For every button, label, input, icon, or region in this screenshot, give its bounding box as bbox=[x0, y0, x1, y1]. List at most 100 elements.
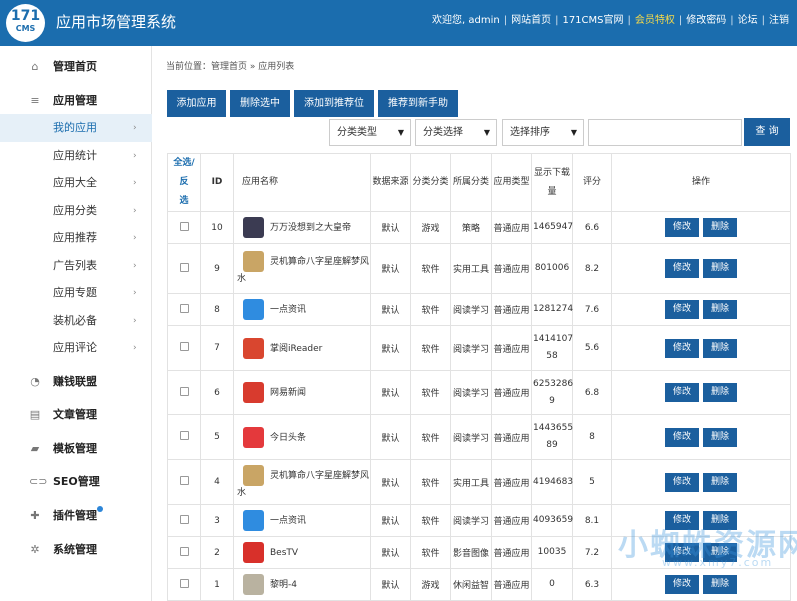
row-checkbox[interactable] bbox=[179, 578, 189, 588]
edit-button[interactable]: 修改 bbox=[665, 427, 699, 447]
sidebar-item[interactable]: 应用分类 › bbox=[0, 197, 152, 225]
row-group: 策略 bbox=[450, 211, 492, 244]
sort-select[interactable]: 选择排序 ▼ bbox=[502, 119, 584, 146]
row-checkbox[interactable] bbox=[179, 386, 189, 396]
edit-button[interactable]: 修改 bbox=[665, 218, 699, 237]
row-checkbox[interactable] bbox=[179, 342, 189, 351]
row-name-cell[interactable]: 网易新闻 bbox=[233, 370, 371, 415]
sidebar-item-label: 管理首页 bbox=[53, 60, 97, 73]
row-category: 游戏 bbox=[410, 568, 451, 601]
search-button[interactable]: 查 询 bbox=[744, 118, 790, 146]
delete-button[interactable]: 删除 bbox=[703, 338, 737, 358]
edit-button[interactable]: 修改 bbox=[665, 575, 699, 594]
row-name-cell[interactable]: 今日头条 bbox=[233, 414, 371, 460]
sidebar-item[interactable]: 应用统计 › bbox=[0, 142, 152, 170]
row-checkbox[interactable] bbox=[179, 431, 189, 440]
add-app-button[interactable]: 添加应用 bbox=[167, 90, 226, 117]
row-checkbox[interactable] bbox=[179, 546, 189, 556]
app-name-link[interactable]: 一点资讯 bbox=[270, 305, 306, 315]
app-name-link[interactable]: 今日头条 bbox=[270, 433, 306, 443]
row-name-cell[interactable]: 灵机算命八字星座解梦风水 bbox=[233, 459, 371, 505]
sidebar-item[interactable]: 装机必备 › bbox=[0, 307, 152, 335]
row-name-cell[interactable]: 一点资讯 bbox=[233, 504, 371, 537]
app-name-link[interactable]: 掌阅iReader bbox=[270, 344, 322, 354]
row-category: 软件 bbox=[410, 536, 451, 569]
row-category: 软件 bbox=[410, 459, 451, 505]
row-name-cell[interactable]: 灵机算命八字星座解梦风水 bbox=[233, 243, 371, 294]
chevron-right-icon: › bbox=[133, 288, 137, 298]
link-vip[interactable]: 会员特权 bbox=[635, 15, 675, 26]
sidebar-item[interactable]: ◔ 赚钱联盟 bbox=[0, 368, 152, 396]
link-official[interactable]: 171CMS官网 bbox=[562, 15, 623, 26]
search-input[interactable] bbox=[588, 119, 742, 146]
edit-button[interactable]: 修改 bbox=[665, 259, 699, 278]
row-id: 4 bbox=[200, 459, 234, 505]
row-source: 默认 bbox=[370, 459, 411, 505]
row-checkbox-cell bbox=[167, 370, 201, 415]
row-apptype: 普通应用 bbox=[491, 211, 532, 244]
sidebar-item[interactable]: 应用推荐 › bbox=[0, 224, 152, 252]
row-source: 默认 bbox=[370, 243, 411, 294]
sidebar-item[interactable]: ⊂⊃ SEO管理 bbox=[0, 468, 152, 496]
app-name-link[interactable]: BesTV bbox=[270, 548, 298, 558]
sidebar-item[interactable]: ▰ 模板管理 bbox=[0, 435, 152, 463]
sidebar-item[interactable]: ✲ 系统管理 bbox=[0, 536, 152, 564]
delete-button[interactable]: 删除 bbox=[703, 472, 737, 492]
breadcrumb-prefix[interactable]: 当前位置：管理首页 bbox=[166, 62, 247, 72]
link-forum[interactable]: 论坛 bbox=[738, 15, 758, 26]
row-name-cell[interactable]: 万万没想到之大皇帝 bbox=[233, 211, 371, 244]
app-icon bbox=[243, 217, 264, 238]
row-checkbox[interactable] bbox=[179, 476, 189, 485]
delete-button[interactable]: 删除 bbox=[703, 383, 737, 402]
app-name-link[interactable]: 一点资讯 bbox=[270, 516, 306, 526]
edit-button[interactable]: 修改 bbox=[665, 383, 699, 402]
row-name-cell[interactable]: 掌阅iReader bbox=[233, 325, 371, 371]
sidebar-item[interactable]: 应用大全 › bbox=[0, 169, 152, 197]
row-checkbox[interactable] bbox=[179, 262, 189, 272]
delete-button[interactable]: 删除 bbox=[703, 427, 737, 447]
select-all-header[interactable]: 全选/反选 bbox=[167, 153, 201, 212]
row-checkbox[interactable] bbox=[179, 303, 189, 313]
app-name-link[interactable]: 网易新闻 bbox=[270, 388, 306, 398]
link-change-password[interactable]: 修改密码 bbox=[686, 15, 726, 26]
sidebar-item[interactable]: ✚ 插件管理 bbox=[0, 502, 152, 530]
delete-selected-button[interactable]: 删除选中 bbox=[230, 90, 290, 117]
sidebar-item[interactable]: ≡ 应用管理 bbox=[0, 87, 152, 115]
sidebar-item[interactable]: ▤ 文章管理 bbox=[0, 401, 152, 429]
row-id: 7 bbox=[200, 325, 234, 371]
row-id: 5 bbox=[200, 414, 234, 460]
link-logout[interactable]: 注销 bbox=[769, 15, 789, 26]
delete-button[interactable]: 删除 bbox=[703, 218, 737, 237]
link-home[interactable]: 网站首页 bbox=[511, 15, 551, 26]
category-type-select[interactable]: 分类类型 ▼ bbox=[329, 119, 411, 146]
row-source: 默认 bbox=[370, 211, 411, 244]
sidebar-item-label: 应用评论 bbox=[53, 341, 97, 354]
row-checkbox[interactable] bbox=[179, 514, 189, 524]
sidebar-item[interactable]: 应用专题 › bbox=[0, 279, 152, 307]
sidebar-item[interactable]: 我的应用 › bbox=[0, 114, 152, 142]
row-category: 游戏 bbox=[410, 211, 451, 244]
category-select[interactable]: 分类选择 ▼ bbox=[415, 119, 497, 146]
row-apptype: 普通应用 bbox=[491, 536, 532, 569]
edit-button[interactable]: 修改 bbox=[665, 338, 699, 358]
edit-button[interactable]: 修改 bbox=[665, 472, 699, 492]
row-name-cell[interactable]: BesTV bbox=[233, 536, 371, 569]
delete-button[interactable]: 删除 bbox=[703, 300, 737, 319]
delete-button[interactable]: 删除 bbox=[703, 575, 737, 594]
row-name-cell[interactable]: 一点资讯 bbox=[233, 293, 371, 326]
edit-button[interactable]: 修改 bbox=[665, 300, 699, 319]
row-category: 软件 bbox=[410, 293, 451, 326]
row-id: 9 bbox=[200, 243, 234, 294]
app-name-link[interactable]: 万万没想到之大皇帝 bbox=[270, 223, 351, 233]
sidebar-item[interactable]: ⌂ 管理首页 bbox=[0, 53, 152, 81]
add-to-recommend-button[interactable]: 添加到推荐位 bbox=[294, 90, 374, 117]
row-checkbox[interactable] bbox=[179, 221, 189, 231]
sidebar-item[interactable]: 应用评论 › bbox=[0, 334, 152, 362]
delete-button[interactable]: 删除 bbox=[703, 259, 737, 278]
chevron-right-icon: › bbox=[133, 178, 137, 188]
sidebar-item[interactable]: 广告列表 › bbox=[0, 252, 152, 280]
app-name-link[interactable]: 黎明-4 bbox=[270, 580, 297, 590]
row-name-cell[interactable]: 黎明-4 bbox=[233, 568, 371, 601]
recommend-to-novice-button[interactable]: 推荐到新手助 bbox=[378, 90, 458, 117]
row-downloads: 1414107 58 bbox=[531, 325, 573, 371]
